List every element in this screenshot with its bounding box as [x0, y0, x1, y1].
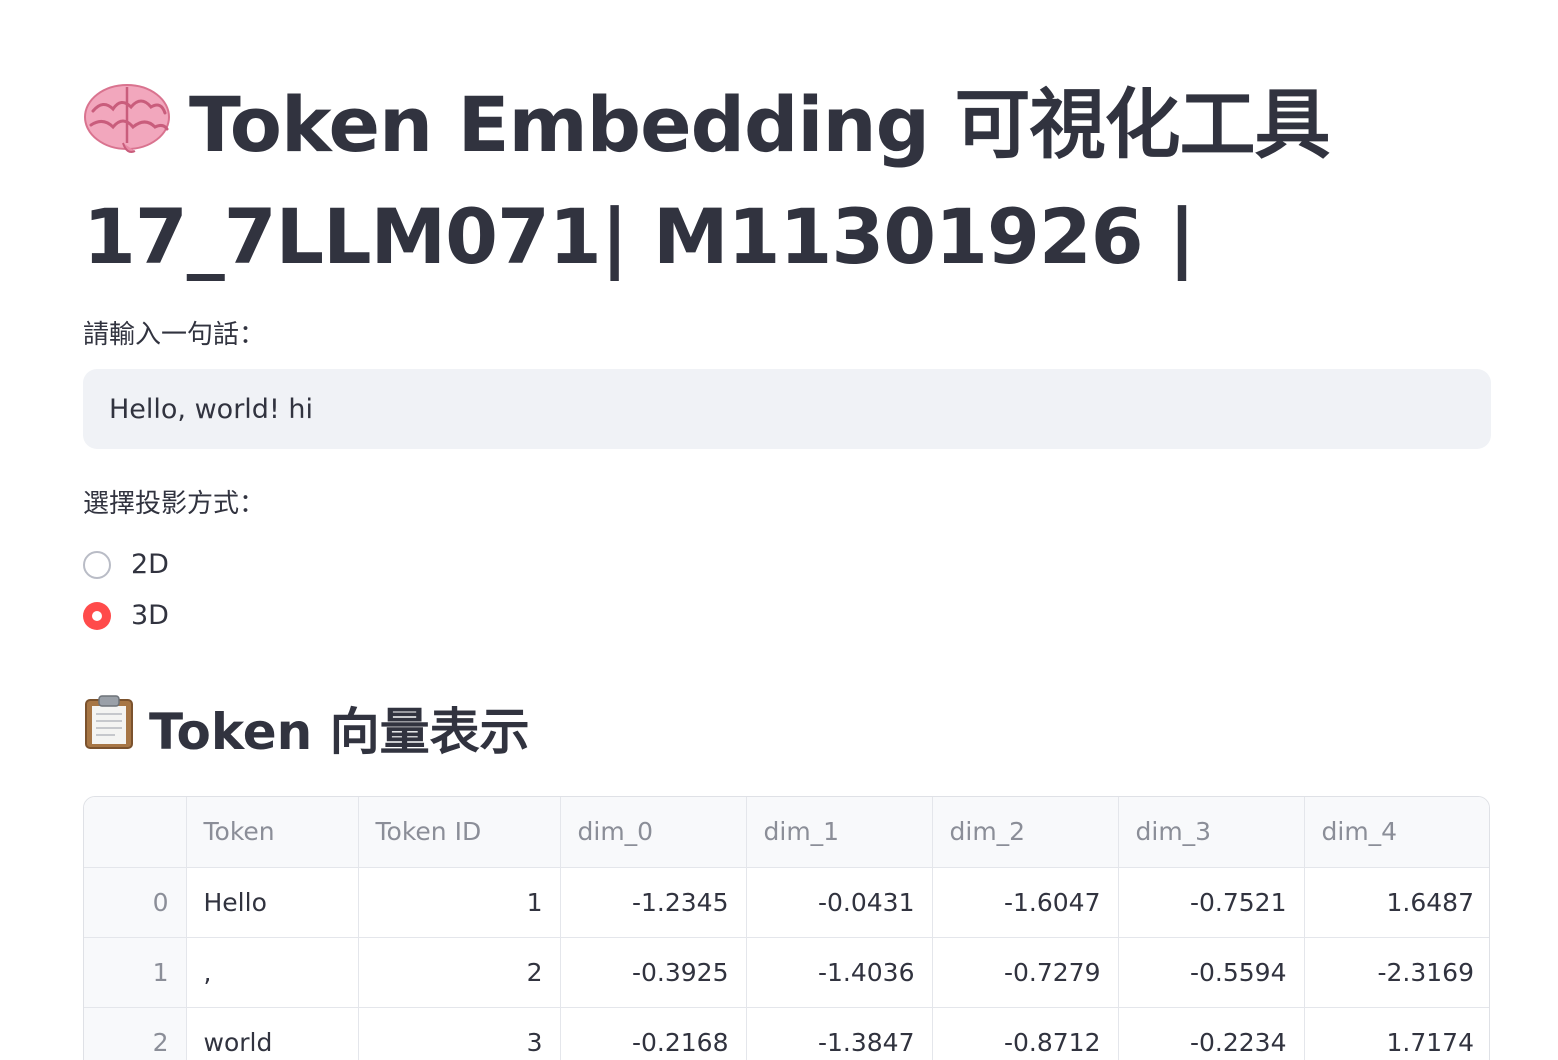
dim-0-cell[interactable]: -0.2168: [560, 1007, 747, 1060]
dim-1-cell[interactable]: -1.4036: [746, 937, 933, 1008]
radio-checked-icon[interactable]: [83, 602, 111, 630]
dim-1-cell[interactable]: -1.3847: [746, 1007, 933, 1060]
row-index: 0: [84, 867, 187, 938]
title-line1: Token Embedding 可視化工具: [189, 80, 1330, 169]
sentence-input[interactable]: [83, 369, 1491, 449]
column-header-dim-3[interactable]: dim_3: [1118, 797, 1305, 868]
radio-option-3d[interactable]: 3D: [83, 599, 169, 633]
radio-unchecked-icon[interactable]: [83, 551, 111, 579]
projection-label: 選擇投影方式：: [83, 489, 266, 519]
dim-3-cell[interactable]: -0.2234: [1118, 1007, 1305, 1060]
dim-4-cell[interactable]: 1.7174: [1304, 1007, 1489, 1060]
dim-1-cell[interactable]: -0.0431: [746, 867, 933, 938]
dim-2-cell[interactable]: -0.7279: [932, 937, 1119, 1008]
radio-label-2d: 2D: [131, 549, 169, 580]
radio-label-3d: 3D: [131, 600, 169, 631]
section-title-text: Token 向量表示: [149, 702, 530, 761]
token-id-cell[interactable]: 3: [358, 1007, 561, 1060]
column-header-dim-4[interactable]: dim_4: [1304, 797, 1489, 868]
section-title: Token 向量表示: [83, 694, 530, 769]
radio-option-2d[interactable]: 2D: [83, 548, 169, 582]
column-header-token[interactable]: Token: [186, 797, 359, 868]
dim-2-cell[interactable]: -1.6047: [932, 867, 1119, 938]
column-header-dim-2[interactable]: dim_2: [932, 797, 1119, 868]
row-index: 1: [84, 937, 187, 1008]
dim-4-cell[interactable]: -2.3169: [1304, 937, 1489, 1008]
column-header-token-id[interactable]: Token ID: [358, 797, 561, 868]
column-header-index[interactable]: [84, 797, 187, 868]
token-cell[interactable]: world: [186, 1007, 359, 1060]
table-row: 0 Hello 1 -1.2345 -0.0431 -1.6047 -0.752…: [84, 867, 1489, 938]
input-label: 請輸入一句話：: [83, 320, 266, 350]
dim-4-cell[interactable]: 1.6487: [1304, 867, 1489, 938]
brain-icon: [83, 78, 171, 184]
title-line2: 17_7LLM071| M11301926 |: [83, 192, 1196, 281]
dim-2-cell[interactable]: -0.8712: [932, 1007, 1119, 1060]
token-cell[interactable]: ,: [186, 937, 359, 1008]
token-cell[interactable]: Hello: [186, 867, 359, 938]
page-title: Token Embedding 可視化工具 17_7LLM071| M11301…: [83, 72, 1503, 290]
dim-3-cell[interactable]: -0.7521: [1118, 867, 1305, 938]
table-header-row: Token Token ID dim_0 dim_1 dim_2 dim_3 d…: [84, 797, 1489, 868]
app-page: Token Embedding 可視化工具 17_7LLM071| M11301…: [0, 0, 1558, 1060]
clipboard-icon: [83, 694, 135, 769]
row-index: 2: [84, 1007, 187, 1060]
radio-dot: [92, 611, 102, 621]
table-row: 1 , 2 -0.3925 -1.4036 -0.7279 -0.5594 -2…: [84, 937, 1489, 1008]
dim-3-cell[interactable]: -0.5594: [1118, 937, 1305, 1008]
token-id-cell[interactable]: 2: [358, 937, 561, 1008]
dim-0-cell[interactable]: -1.2345: [560, 867, 747, 938]
table-row: 2 world 3 -0.2168 -1.3847 -0.8712 -0.223…: [84, 1007, 1489, 1060]
column-header-dim-1[interactable]: dim_1: [746, 797, 933, 868]
token-id-cell[interactable]: 1: [358, 867, 561, 938]
token-table[interactable]: Token Token ID dim_0 dim_1 dim_2 dim_3 d…: [83, 796, 1490, 1060]
column-header-dim-0[interactable]: dim_0: [560, 797, 747, 868]
dim-0-cell[interactable]: -0.3925: [560, 937, 747, 1008]
